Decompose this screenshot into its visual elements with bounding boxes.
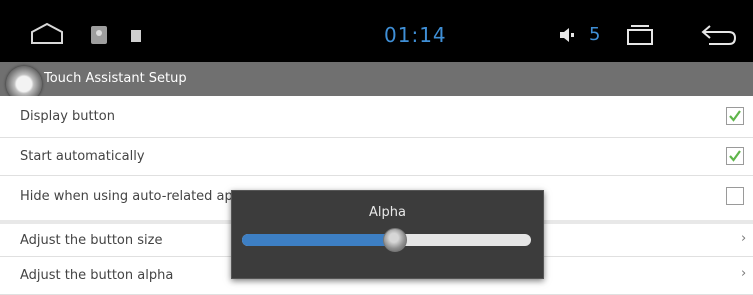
hide-when-auto-checkbox[interactable] [726, 187, 744, 205]
small-square-icon [131, 30, 141, 42]
volume-icon[interactable] [559, 27, 575, 43]
title-bar: Touch Assistant Setup [0, 62, 753, 96]
display-button-checkbox[interactable] [726, 107, 744, 125]
alpha-slider-fill [242, 234, 396, 246]
chevron-right-icon: › [741, 266, 747, 281]
volume-level: 5 [589, 24, 601, 45]
setting-label: Start automatically [20, 149, 145, 164]
assistant-icon[interactable] [91, 26, 107, 44]
chevron-right-icon: › [741, 231, 747, 246]
recents-icon[interactable] [625, 24, 655, 46]
setting-row-display-button[interactable]: Display button [0, 96, 753, 138]
checkmark-icon [729, 110, 741, 122]
setting-label: Adjust the button size [20, 233, 163, 248]
back-icon[interactable] [701, 24, 737, 46]
setting-label: Adjust the button alpha [20, 268, 174, 283]
alpha-dialog: Alpha [231, 190, 544, 279]
setting-label: Display button [20, 109, 115, 124]
setting-row-start-automatically[interactable]: Start automatically [0, 138, 753, 176]
dialog-title: Alpha [369, 205, 406, 220]
status-bar: 01:14 5 [0, 0, 753, 62]
alpha-slider-thumb[interactable] [383, 228, 408, 252]
start-automatically-checkbox[interactable] [726, 147, 744, 165]
page-title: Touch Assistant Setup [44, 71, 187, 86]
home-icon[interactable] [30, 22, 64, 44]
clock: 01:14 [384, 23, 447, 47]
checkmark-icon [729, 150, 741, 162]
